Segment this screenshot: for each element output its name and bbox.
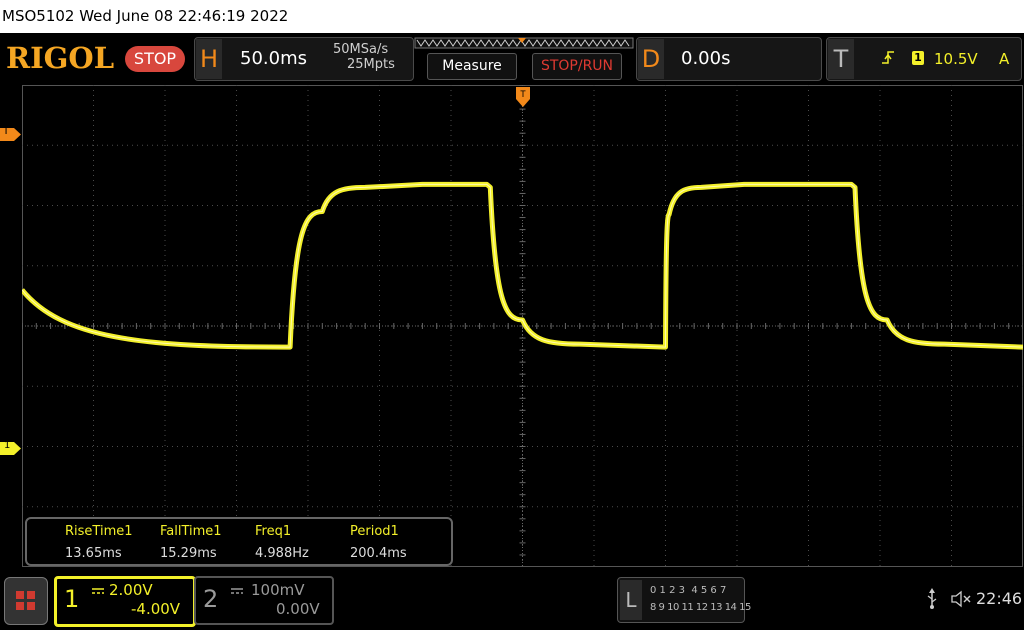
trigger-position-marker[interactable]: T xyxy=(516,87,530,109)
memory-overview[interactable] xyxy=(414,36,634,50)
rigol-logo: RIGOL xyxy=(6,41,115,75)
trigger-panel[interactable]: T 1 10.5V A xyxy=(826,37,1022,81)
trigger-level-marker[interactable]: T xyxy=(0,126,22,141)
rising-edge-icon xyxy=(882,51,894,64)
measure-label-rise: RiseTime1 xyxy=(65,524,133,539)
sound-muted-icon[interactable] xyxy=(950,590,972,608)
trigger-source: 1 xyxy=(912,51,924,65)
memory-depth: 25Mpts xyxy=(347,57,395,72)
grid-menu-icon xyxy=(16,591,35,610)
channel1-ground-marker-label: 1 xyxy=(4,440,11,451)
delay-value: 0.00s xyxy=(681,48,731,69)
horizontal-panel[interactable]: H 50.0ms 50MSa/s 25Mpts xyxy=(194,37,414,81)
sample-rate: 50MSa/s xyxy=(333,42,389,57)
logic-letter: L xyxy=(620,580,642,620)
channel1-scale: 2.00V xyxy=(109,581,153,599)
channel2-number: 2 xyxy=(203,585,219,613)
channel2-scale: 100mV xyxy=(251,581,305,599)
dc-coupling-icon xyxy=(231,588,243,594)
logic-panel[interactable]: L 0 1 2 3 4 5 6 7 8 9 10 11 12 13 14 15 xyxy=(617,577,751,623)
trigger-letter: T xyxy=(828,39,854,79)
horizontal-letter: H xyxy=(196,39,222,79)
channel1-ground-marker[interactable]: 1 xyxy=(0,440,22,455)
channel1-panel[interactable]: 1 2.00V -4.00V xyxy=(54,576,196,627)
logic-channels-row2: 8 9 10 11 12 13 14 15 xyxy=(650,602,751,613)
title-bar: MSO5102 Wed June 08 22:46:19 2022 xyxy=(0,0,1024,33)
channel1-offset: -4.00V xyxy=(131,600,181,618)
measure-value-rise: 13.65ms xyxy=(65,546,122,561)
svg-text:T: T xyxy=(520,89,526,99)
delay-letter: D xyxy=(638,39,664,79)
stop-run-button[interactable]: STOP/RUN xyxy=(532,53,622,80)
menu-button[interactable] xyxy=(4,577,48,625)
measure-label-fall: FallTime1 xyxy=(160,524,222,539)
timebase-value: 50.0ms xyxy=(240,48,307,69)
channel2-offset: 0.00V xyxy=(276,600,320,618)
usb-icon xyxy=(927,588,937,609)
measure-value-period: 200.4ms xyxy=(350,546,407,561)
dc-coupling-icon xyxy=(92,588,104,594)
trigger-level: 10.5V xyxy=(934,50,978,68)
measurement-panel[interactable]: RiseTime1 13.65ms FallTime1 15.29ms Freq… xyxy=(25,517,453,566)
waveform-display[interactable] xyxy=(22,85,1023,567)
trigger-mode: A xyxy=(999,50,1010,68)
measure-value-freq: 4.988Hz xyxy=(255,546,309,561)
logic-channels-row1: 0 1 2 3 4 5 6 7 xyxy=(650,585,727,596)
channel2-panel[interactable]: 2 100mV 0.00V xyxy=(194,576,334,625)
measure-label-period: Period1 xyxy=(350,524,399,539)
measure-label-freq: Freq1 xyxy=(255,524,292,539)
title-text: MSO5102 Wed June 08 22:46:19 2022 xyxy=(2,7,289,25)
trigger-level-marker-label: T xyxy=(3,126,10,137)
run-state-badge[interactable]: STOP xyxy=(125,46,185,72)
clock-time: 22:46 xyxy=(976,589,1023,608)
channel1-number: 1 xyxy=(64,585,80,613)
measure-button[interactable]: Measure xyxy=(427,53,517,80)
measure-value-fall: 15.29ms xyxy=(160,546,217,561)
delay-panel[interactable]: D 0.00s xyxy=(636,37,822,81)
